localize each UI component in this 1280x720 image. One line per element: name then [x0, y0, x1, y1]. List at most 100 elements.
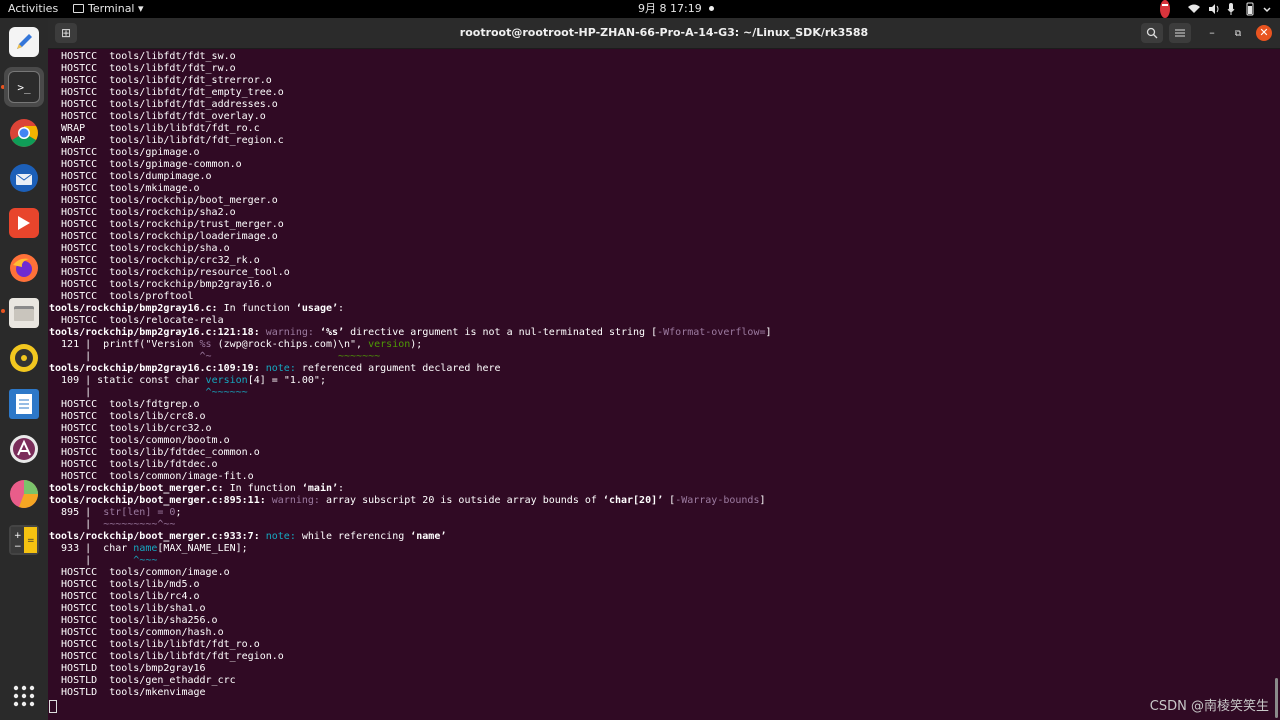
terminal-text: ‘usage’	[295, 303, 339, 314]
calculator-icon: + − =	[9, 525, 39, 555]
calculator-launcher[interactable]: + − =	[4, 520, 44, 560]
search-button[interactable]	[1141, 23, 1163, 43]
libreoffice-writer-launcher[interactable]	[4, 384, 44, 424]
terminal-window: rootroot@rootroot-HP-ZHAN-66-Pro-A-14-G3…	[48, 18, 1280, 720]
terminal-line: HOSTCC tools/libfdt/fdt_sw.o	[49, 51, 236, 63]
terminal-text: In function	[217, 303, 296, 314]
terminal-text: -Warray-bounds	[675, 495, 760, 506]
rhythmbox-launcher[interactable]	[4, 338, 44, 378]
volume-icon[interactable]	[1208, 0, 1220, 18]
terminal-text: HOSTCC tools/lib/sha256.o	[49, 615, 218, 626]
scrollbar[interactable]	[1275, 678, 1278, 718]
terminal-line: tools/rockchip/bmp2gray16.c:121:18: warn…	[49, 327, 772, 339]
terminal-text: WRAP tools/lib/libfdt/fdt_region.c	[49, 135, 284, 146]
menu-button[interactable]	[1169, 23, 1191, 43]
terminal-text: HOSTLD tools/bmp2gray16	[49, 663, 206, 674]
show-applications-button[interactable]	[4, 676, 44, 716]
terminal-text: HOSTCC tools/lib/libfdt/fdt_ro.o	[49, 639, 260, 650]
terminal-line: tools/rockchip/bmp2gray16.c:109:19: note…	[49, 363, 501, 375]
clock[interactable]: 9月 8 17:19	[638, 0, 714, 18]
top-bar: Activities Terminal ▾ 9月 8 17:19	[0, 0, 1280, 18]
dock: >_ + − =	[0, 18, 48, 720]
terminal-text: ^~~~	[133, 555, 158, 566]
app-center-launcher[interactable]	[4, 429, 44, 469]
terminal-line: HOSTCC tools/relocate-rela	[49, 315, 224, 327]
text-editor-launcher[interactable]	[4, 22, 44, 62]
terminal-text: WRAP tools/lib/libfdt/fdt_ro.c	[49, 123, 260, 134]
files-launcher[interactable]	[4, 293, 44, 333]
terminal-line: WRAP tools/lib/libfdt/fdt_region.c	[49, 135, 284, 147]
terminal-text: |	[49, 351, 200, 362]
terminal-text: (zwp@rock-chips.com)\n",	[211, 339, 369, 350]
wps-office-launcher[interactable]	[4, 203, 44, 243]
terminal-line: tools/rockchip/boot_merger.c:895:11: war…	[49, 495, 766, 507]
wifi-icon[interactable]	[1188, 0, 1200, 18]
terminal-text: ‘name’	[410, 531, 447, 542]
document-icon	[9, 389, 39, 419]
new-tab-icon: ⊞	[60, 26, 72, 40]
terminal-line: HOSTLD tools/mkenvimage	[49, 687, 206, 699]
terminal-text: HOSTCC tools/libfdt/fdt_sw.o	[49, 51, 236, 62]
app-menu[interactable]: Terminal ▾	[73, 0, 144, 18]
do-not-disturb-icon[interactable]	[1160, 0, 1170, 18]
terminal-text: HOSTCC tools/fdtgrep.o	[49, 399, 200, 410]
terminal-text: tools/rockchip/bmp2gray16.c:	[49, 303, 218, 314]
terminal-text: |	[49, 555, 134, 566]
thunderbird-icon	[9, 163, 39, 193]
terminal-line: HOSTCC tools/libfdt/fdt_rw.o	[49, 63, 236, 75]
terminal-launcher[interactable]: >_	[4, 67, 44, 107]
terminal-text: HOSTCC tools/rockchip/loaderimage.o	[49, 231, 278, 242]
close-button[interactable]: ✕	[1256, 25, 1272, 41]
terminal-text: HOSTCC tools/common/image-fit.o	[49, 471, 254, 482]
activities-button[interactable]: Activities	[8, 0, 58, 18]
app-menu-label: Terminal	[88, 2, 135, 15]
disk-usage-launcher[interactable]	[4, 474, 44, 514]
terminal-text: ‘%s’	[319, 327, 345, 338]
terminal-text: HOSTCC tools/common/image.o	[49, 567, 230, 578]
header-bar: rootroot@rootroot-HP-ZHAN-66-Pro-A-14-G3…	[48, 18, 1280, 49]
terminal-line: HOSTCC tools/libfdt/fdt_overlay.o	[49, 111, 266, 123]
terminal-line: | ^~ ~~~~~~~	[49, 351, 380, 363]
terminal-line: HOSTCC tools/proftool	[49, 291, 193, 303]
terminal-line: HOSTCC tools/rockchip/sha2.o	[49, 207, 236, 219]
terminal-text: |	[49, 519, 104, 530]
terminal-line: tools/rockchip/boot_merger.c: In functio…	[49, 483, 344, 495]
terminal-text: HOSTCC tools/libfdt/fdt_rw.o	[49, 63, 236, 74]
minimize-button[interactable]: –	[1204, 25, 1220, 41]
new-tab-button[interactable]: ⊞	[55, 23, 77, 43]
terminal-text: ;	[175, 507, 182, 518]
terminal-text: 109 | static const char	[49, 375, 206, 386]
svg-text:+: +	[14, 531, 22, 541]
terminal-text: ^~	[199, 351, 212, 362]
power-menu-icon[interactable]	[1262, 0, 1272, 18]
microphone-icon[interactable]	[1227, 0, 1235, 18]
firefox-launcher[interactable]	[4, 248, 44, 288]
thunderbird-launcher[interactable]	[4, 158, 44, 198]
terminal-text: 895 |	[49, 507, 104, 518]
terminal-text: HOSTCC tools/rockchip/bmp2gray16.o	[49, 279, 272, 290]
terminal-output[interactable]: HOSTCC tools/libfdt/fdt_sw.o HOSTCC tool…	[48, 49, 1280, 720]
terminal-text: [	[663, 495, 676, 506]
terminal-text: HOSTCC tools/relocate-rela	[49, 315, 224, 326]
svg-text:=: =	[27, 536, 35, 546]
terminal-line: HOSTCC tools/mkimage.o	[49, 183, 199, 195]
terminal-text: version	[368, 339, 411, 350]
terminal-line: HOSTCC tools/libfdt/fdt_addresses.o	[49, 99, 278, 111]
minimize-icon: –	[1209, 26, 1215, 39]
terminal-text: note:	[265, 363, 296, 374]
maximize-button[interactable]: ⧉	[1230, 25, 1246, 41]
chrome-launcher[interactable]	[4, 113, 44, 153]
terminal-line: HOSTCC tools/rockchip/sha.o	[49, 243, 230, 255]
rhythmbox-icon	[9, 343, 39, 373]
terminal-line: | ^~~~	[49, 555, 157, 567]
battery-icon[interactable]	[1246, 0, 1254, 18]
terminal-line: HOSTCC tools/fdtgrep.o	[49, 399, 200, 411]
terminal-text: :	[338, 483, 345, 494]
terminal-text: In function	[223, 483, 302, 494]
restore-icon: ⧉	[1234, 29, 1242, 39]
terminal-text: version	[205, 375, 248, 386]
terminal-text: tools/rockchip/boot_merger.c:933:7:	[49, 531, 260, 542]
hamburger-icon	[1175, 29, 1185, 37]
text-cursor	[49, 700, 57, 713]
terminal-text: HOSTCC tools/lib/md5.o	[49, 579, 200, 590]
